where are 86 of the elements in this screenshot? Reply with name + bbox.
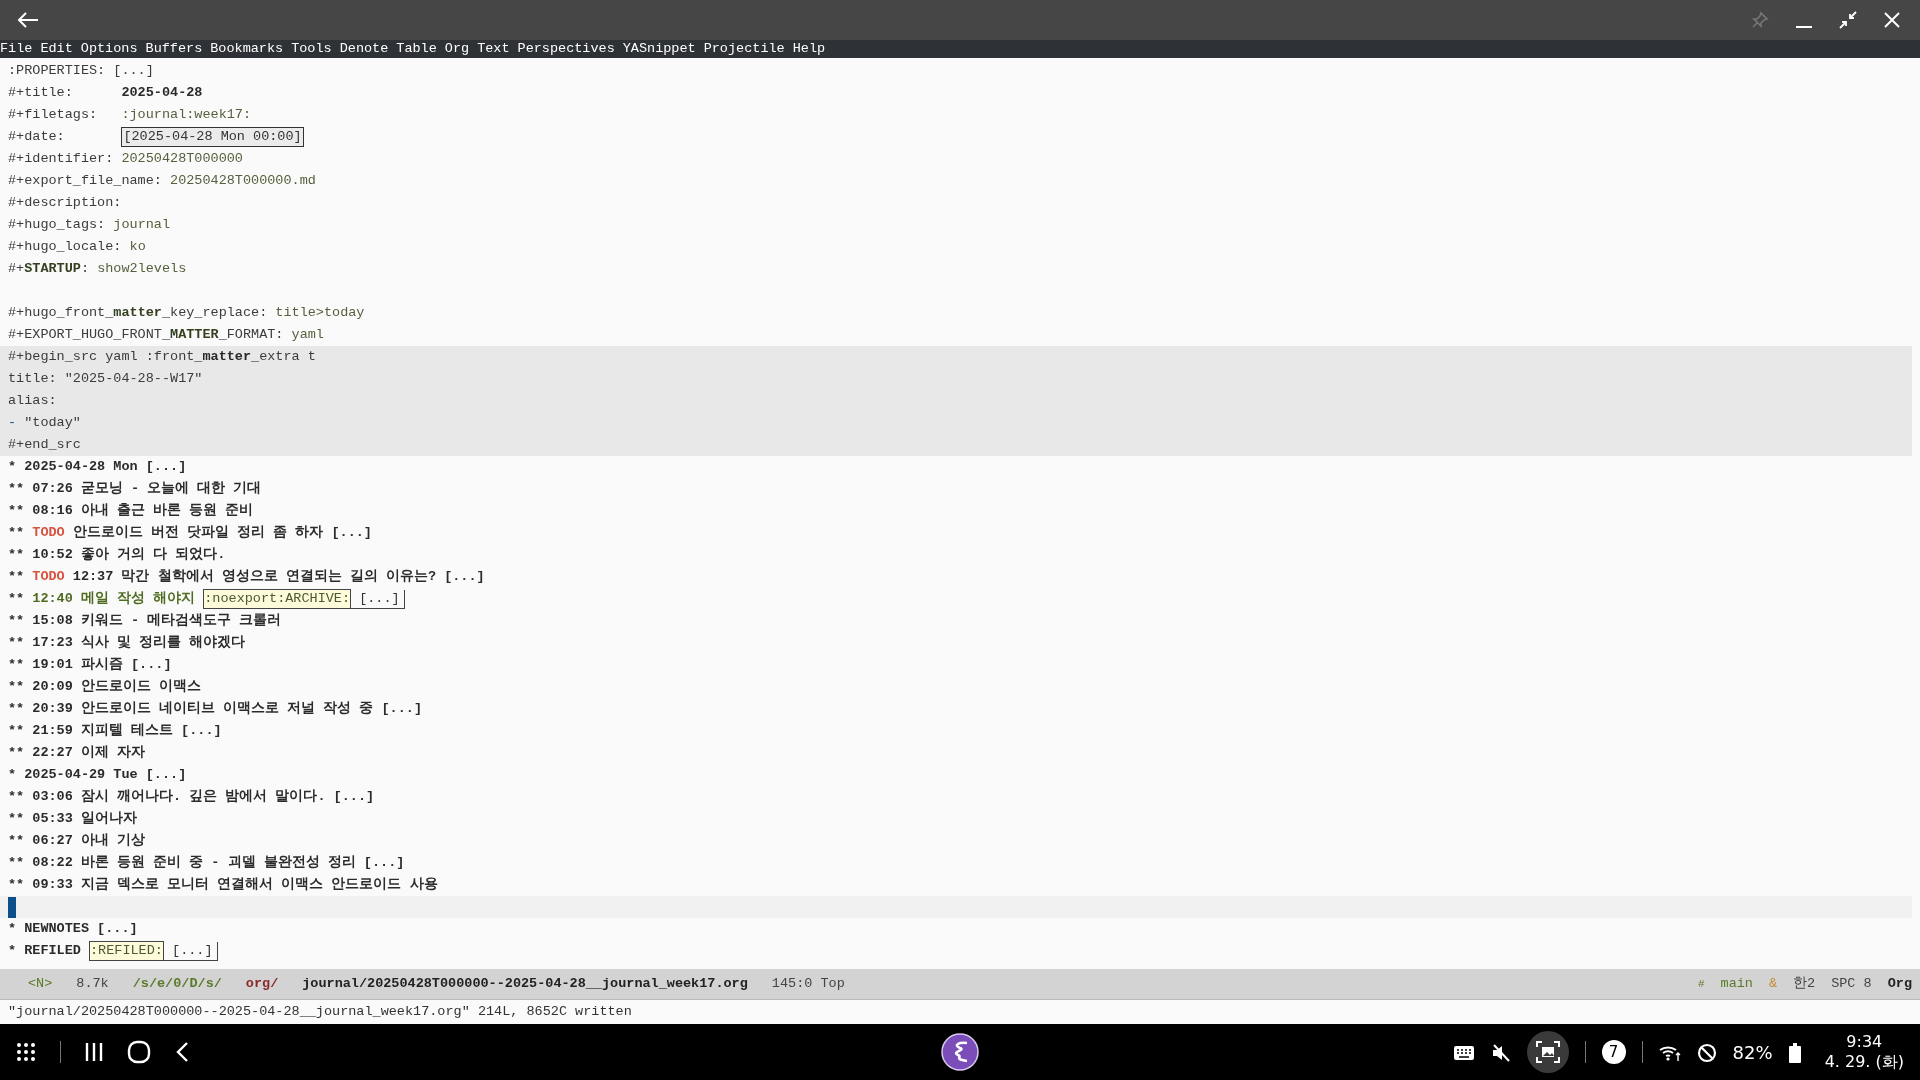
mode-line-text: Org: [1887, 974, 1912, 993]
code-line: ** 19:01 파시즘 [...]: [8, 656, 172, 674]
code-line: ** TODO 12:37 막간 철학에서 영성으로 연결되는 길의 이유는? [...]: [8, 568, 485, 586]
tag-label: :noexport:ARCHIVE:: [203, 589, 352, 609]
code-line: ** 17:23 식사 및 정리를 해야겠다: [8, 634, 246, 652]
close-icon: [1884, 12, 1900, 28]
menu-item[interactable]: Tools: [291, 40, 332, 58]
menu-item[interactable]: Options: [80, 40, 138, 58]
menu-item[interactable]: File: [0, 40, 33, 58]
code-line: ** 10:52 좋아 거의 다 되었다.: [8, 546, 226, 564]
code-line: #+hugo_tags: journal: [8, 216, 171, 234]
code-line: #+description:: [8, 194, 122, 212]
screenshot-button[interactable]: [1526, 1031, 1569, 1073]
code-line: #+export_file_name: 20250428T000000.md: [8, 172, 316, 190]
menu-item[interactable]: Denote: [339, 40, 389, 58]
menu-item[interactable]: Org: [444, 40, 470, 58]
code-line: #+end_src: [8, 436, 81, 454]
code-line: ** 07:26 굳모닝 - 오늘에 대한 기대: [8, 480, 262, 498]
menu-item[interactable]: YASnippet: [622, 40, 696, 58]
home-button[interactable]: [127, 1040, 151, 1064]
menu-item[interactable]: Projectile: [703, 40, 785, 58]
code-line: - "today": [8, 414, 81, 432]
mode-line-text: #: [1697, 976, 1705, 992]
code-line: * 2025-04-28 Mon [...]: [8, 458, 187, 476]
code-line: #+hugo_locale: ko: [8, 238, 146, 256]
app-icon[interactable]: [941, 1033, 979, 1071]
back-button[interactable]: [175, 1041, 189, 1063]
code-line: ** 09:33 지금 덱스로 모니터 연결해서 이맥스 안드로이드 사용: [8, 876, 438, 894]
code-line: #+hugo_front_matter_key_replace: title>today: [8, 304, 365, 322]
battery-icon: [1788, 1040, 1801, 1064]
mode-line-text: SPC 8: [1831, 974, 1872, 993]
code-line: ** 08:22 바론 등원 준비 중 - 괴델 불완전성 정리 [...]: [8, 854, 405, 872]
code-line: #+filetags: :journal:week17:: [8, 106, 252, 124]
menu-item[interactable]: Table: [396, 40, 437, 58]
code-line: ** 06:27 아내 기상: [8, 832, 145, 850]
code-line: ** 12:40 메일 작성 해야지: [8, 590, 197, 608]
code-line: title: "2025-04-28--W17": [8, 370, 203, 388]
code-line: #+begin_src yaml :front_matter_extra t: [8, 348, 316, 366]
menu-item[interactable]: Bookmarks: [210, 40, 284, 58]
mode-line-text: 한2: [1793, 974, 1816, 993]
code-line: * NEWNOTES [...]: [8, 920, 138, 938]
mode-line-text: org/: [245, 974, 279, 993]
battery-percent: 82%: [1732, 1040, 1773, 1065]
back-arrow-icon: [17, 11, 39, 29]
clock-time[interactable]: 9:34: [1846, 1032, 1883, 1052]
menu-item[interactable]: Help: [792, 40, 826, 58]
code-line: alias:: [8, 392, 57, 410]
code-line: #+date:: [8, 128, 66, 146]
code-line: ** 03:06 잠시 깨어나다. 깊은 밤에서 말이다. [...]: [8, 788, 375, 806]
code-line: ** 05:33 일어나자: [8, 810, 137, 828]
code-line: ** 15:08 키워드 - 메타검색도구 크롤러: [8, 612, 282, 630]
code-line: ** 21:59 지피텔 테스트 [...]: [8, 722, 222, 740]
apps-grid-icon[interactable]: [16, 1042, 36, 1062]
echo-area-message: "journal/20250428T000000--2025-04-28__journal_week17.org" 214L, 8652C written: [7, 1003, 633, 1021]
collapse-arrows-icon: [1839, 11, 1857, 29]
menu-item[interactable]: Edit: [40, 40, 73, 58]
recent-apps-button[interactable]: [85, 1042, 103, 1062]
mode-line-text: journal/20250428T000000--2025-04-28__journal_week17.org: [302, 974, 748, 993]
timestamp: [2025-04-28 Mon 00:00]: [121, 127, 304, 147]
minimize-icon: [1796, 26, 1812, 28]
mode-line-text: 145:0 Top: [771, 974, 845, 993]
code-line: ** 20:39 안드로이드 네이티브 이맥스로 저널 작성 중 [...]: [8, 700, 423, 718]
mode-line-text: /s/e/0/D/s/: [132, 974, 222, 993]
code-line: ** 08:16 아내 출근 바론 등원 준비: [8, 502, 254, 520]
text-cursor: [8, 896, 16, 918]
code-line: ** 22:27 이제 자자: [8, 744, 145, 762]
menu-item[interactable]: Text: [477, 40, 510, 58]
screenshot-icon: [1535, 1041, 1560, 1063]
notification-count[interactable]: 7: [1601, 1040, 1626, 1064]
code-line: ** TODO 안드로이드 버전 닷파일 정리 좀 하자 [...]: [8, 524, 372, 542]
mode-line-text: 8.7k: [76, 974, 109, 993]
code-line: ** 20:09 안드로이드 이맥스: [8, 678, 201, 696]
mode-line-text: <N>: [28, 974, 53, 993]
code-line: #+identifier: 20250428T000000: [8, 150, 243, 168]
code-line: #+title: 2025-04-28: [8, 84, 203, 102]
code-line: #+EXPORT_HUGO_FRONT_MATTER_FORMAT: yaml: [8, 326, 324, 344]
code-line: :PROPERTIES: [...]: [8, 62, 154, 80]
mode-line-text: main: [1720, 974, 1753, 993]
clock-date[interactable]: 4. 29. (화): [1824, 1052, 1904, 1072]
code-line: #+STARTUP: show2levels: [8, 260, 187, 278]
tag-label: :REFILED:: [89, 941, 164, 961]
menu-item[interactable]: Perspectives: [517, 40, 615, 58]
code-line: * 2025-04-29 Tue [...]: [8, 766, 187, 784]
mode-line-text: &: [1768, 974, 1778, 993]
menu-item[interactable]: Buffers: [145, 40, 203, 58]
code-line: * REFILED: [8, 942, 82, 960]
